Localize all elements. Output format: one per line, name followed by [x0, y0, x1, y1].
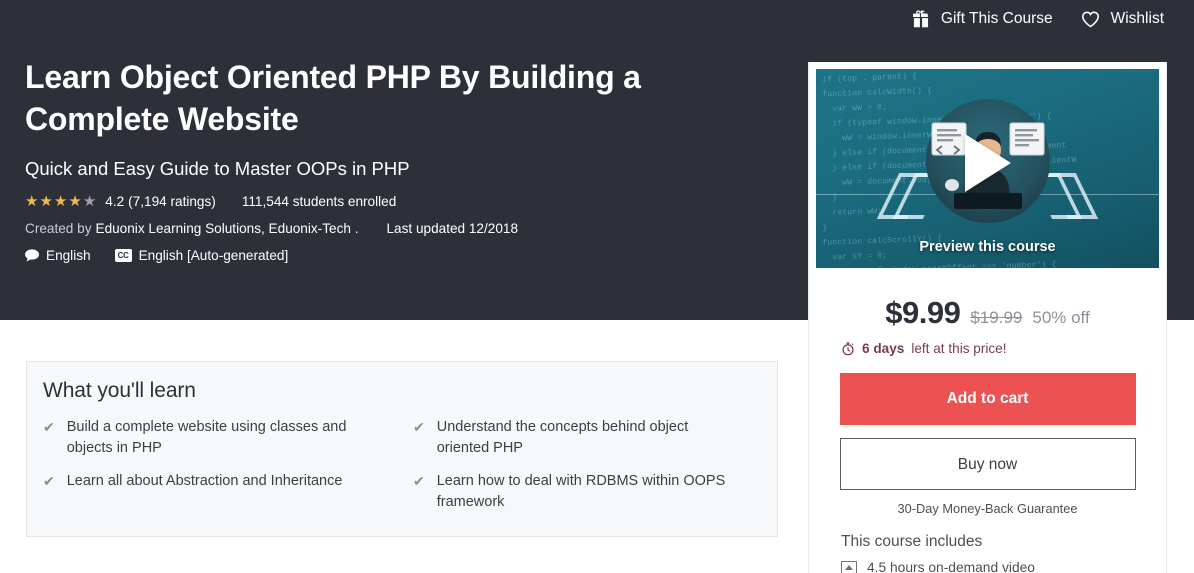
byline-row: Created by Eduonix Learning Solutions, E…: [25, 221, 765, 236]
list-item-label: Learn all about Abstraction and Inherita…: [67, 471, 343, 492]
money-back-guarantee: 30-Day Money-Back Guarantee: [809, 501, 1166, 516]
closed-caption-icon: CC: [115, 249, 132, 262]
star-icon-5: ★: [83, 194, 96, 209]
price-row: $9.99 $19.99 50% off: [809, 295, 1166, 331]
course-authors-link[interactable]: Eduonix Learning Solutions, Eduonix-Tech…: [96, 221, 359, 236]
speech-bubble-icon: [25, 249, 39, 262]
gift-icon: [910, 8, 932, 30]
deadline-days: 6 days: [862, 341, 904, 356]
created-by-label: Created by: [25, 221, 92, 236]
check-icon: ✔: [413, 471, 425, 492]
heart-icon: [1079, 8, 1102, 30]
audio-language-label: English: [46, 248, 91, 263]
check-icon: ✔: [43, 471, 55, 492]
play-icon[interactable]: [965, 134, 1011, 192]
timer-icon: [841, 341, 855, 356]
what-you-will-learn-panel: What you'll learn ✔ Build a complete web…: [26, 361, 778, 537]
audio-language: English: [25, 248, 91, 263]
list-item: 4.5 hours on-demand video: [841, 560, 1166, 573]
check-icon: ✔: [413, 417, 425, 438]
rating-row: ★ ★ ★ ★ ★ 4.2 (7,194 ratings) 111,544 st…: [25, 194, 765, 209]
deadline-rest: left at this price!: [911, 341, 1006, 356]
what-you-will-learn-title: What you'll learn: [43, 379, 777, 403]
list-item-label: Build a complete website using classes a…: [67, 417, 367, 459]
original-price: $19.99: [970, 308, 1022, 328]
list-item: ✔ Understand the concepts behind object …: [413, 417, 761, 459]
course-subtitle: Quick and Easy Guide to Master OOPs in P…: [25, 156, 765, 182]
star-icon-2: ★: [39, 194, 52, 209]
languages-row: English CC English [Auto-generated]: [25, 248, 765, 263]
course-includes-title: This course includes: [841, 533, 1166, 551]
add-to-cart-button[interactable]: Add to cart: [840, 373, 1136, 425]
students-enrolled: 111,544 students enrolled: [242, 194, 396, 209]
price-deadline: 6 days left at this price!: [841, 341, 1166, 356]
video-icon: [841, 561, 857, 573]
current-price: $9.99: [885, 295, 960, 331]
top-actions-bar: Gift This Course Wishlist: [910, 8, 1164, 30]
gift-this-course-button[interactable]: Gift This Course: [910, 8, 1053, 30]
preview-this-course-label: Preview this course: [816, 239, 1159, 255]
hero-text-block: Learn Object Oriented PHP By Building a …: [25, 56, 765, 263]
purchase-sidebar-card: if (top . parent) { function calcWidth()…: [808, 62, 1167, 573]
gift-this-course-label: Gift This Course: [941, 10, 1053, 28]
caption-language: CC English [Auto-generated]: [115, 248, 289, 263]
discount-badge: 50% off: [1032, 308, 1089, 328]
list-item-label: Understand the concepts behind object or…: [437, 417, 737, 459]
list-item-label: Learn how to deal with RDBMS within OOPS…: [437, 471, 737, 513]
list-item: ✔ Learn all about Abstraction and Inheri…: [43, 471, 391, 513]
list-item: ✔ Learn how to deal with RDBMS within OO…: [413, 471, 761, 513]
last-updated: Last updated 12/2018: [386, 221, 518, 236]
list-item-label: 4.5 hours on-demand video: [867, 560, 1035, 573]
what-you-will-learn-list: ✔ Build a complete website using classes…: [27, 417, 777, 513]
caption-language-label: English [Auto-generated]: [139, 248, 289, 263]
wishlist-label: Wishlist: [1111, 10, 1164, 28]
star-icon-3: ★: [54, 194, 67, 209]
wishlist-button[interactable]: Wishlist: [1079, 8, 1164, 30]
check-icon: ✔: [43, 417, 55, 438]
star-rating[interactable]: ★ ★ ★ ★ ★: [25, 194, 96, 209]
hero-background-right-strip: [1167, 0, 1194, 320]
preview-video-thumbnail[interactable]: if (top . parent) { function calcWidth()…: [816, 69, 1159, 268]
rating-count[interactable]: (7,194 ratings): [128, 194, 216, 209]
buy-now-button[interactable]: Buy now: [840, 438, 1136, 490]
rating-score: 4.2: [105, 194, 124, 209]
star-icon-1: ★: [25, 194, 38, 209]
course-landing-page: Gift This Course Wishlist Learn Object O…: [0, 0, 1194, 573]
page-title: Learn Object Oriented PHP By Building a …: [25, 56, 737, 140]
star-icon-4: ★: [68, 194, 81, 209]
list-item: ✔ Build a complete website using classes…: [43, 417, 391, 459]
